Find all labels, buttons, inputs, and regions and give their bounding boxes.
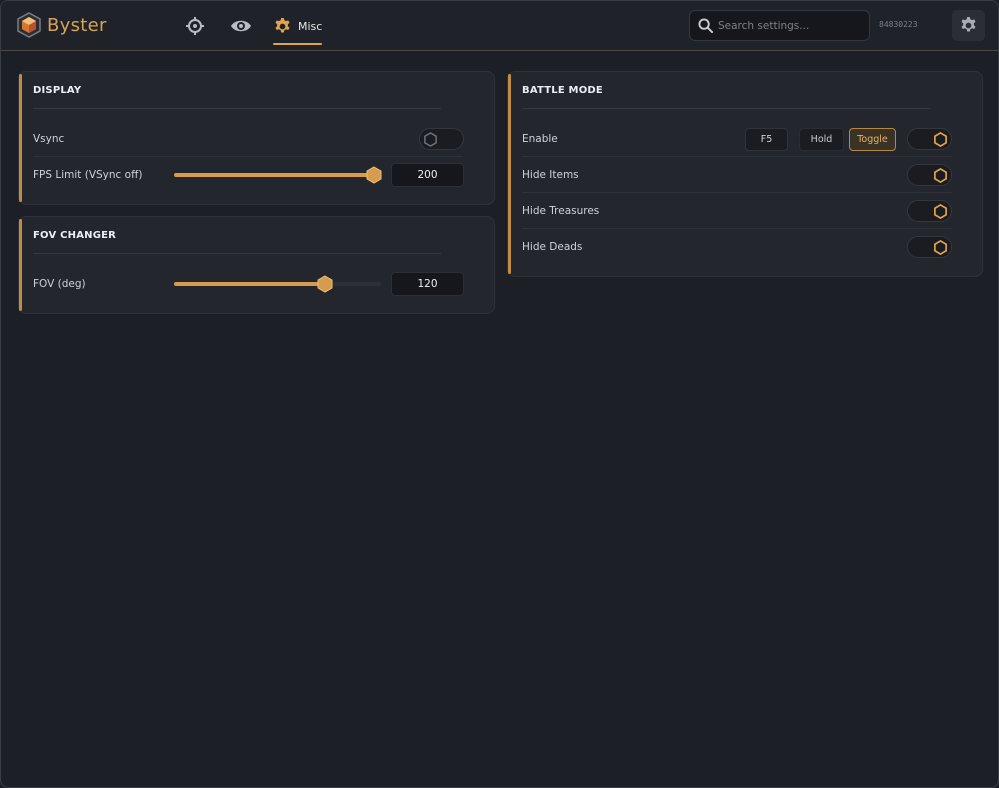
slider-fill [174, 173, 374, 177]
toggle-knob-icon [424, 132, 437, 147]
eye-icon [231, 20, 251, 32]
app-name: Byster [47, 14, 107, 36]
fov-value[interactable]: 120 [391, 272, 464, 296]
row-divider [522, 192, 952, 193]
hide-items-toggle[interactable] [907, 164, 952, 186]
crosshair-icon [186, 17, 204, 35]
app-window: Byster Misc Search settings... 84830223 … [0, 0, 999, 788]
slider-fill [174, 282, 325, 286]
toggle-mode-button[interactable]: Toggle [849, 128, 896, 151]
toggle-knob-icon [934, 168, 947, 183]
settings-button[interactable] [952, 10, 985, 41]
hide-treasures-label: Hide Treasures [522, 205, 600, 217]
fps-limit-value[interactable]: 200 [391, 163, 464, 187]
byster-logo-icon [17, 12, 41, 38]
hide-items-label: Hide Items [522, 169, 579, 181]
toggle-knob-icon [934, 132, 947, 147]
fov-title-divider [33, 253, 441, 254]
tab-misc-label: Misc [298, 19, 323, 33]
battle-mode-panel: BATTLE MODE Enable F5 Hold Toggle Hide I… [507, 71, 983, 277]
battle-enable-toggle[interactable] [907, 128, 952, 150]
toggle-knob-icon [934, 240, 947, 255]
slider-thumb-icon[interactable] [317, 275, 333, 293]
fov-changer-title: FOV CHANGER [33, 230, 117, 241]
search-input[interactable] [718, 19, 863, 32]
user-id: 84830223 [879, 20, 918, 29]
row-divider [522, 228, 952, 229]
tab-misc[interactable]: Misc [273, 13, 323, 45]
gear-icon [275, 17, 290, 32]
display-panel: DISPLAY Vsync FPS Limit (VSync off) 200 [18, 71, 495, 205]
display-title-divider [33, 108, 441, 109]
search-icon [698, 18, 713, 33]
hide-deads-toggle[interactable] [907, 236, 952, 258]
logo: Byster [17, 12, 107, 38]
row-divider [33, 156, 463, 157]
fov-slider[interactable] [174, 275, 381, 293]
display-title: DISPLAY [33, 85, 82, 96]
fov-changer-panel: FOV CHANGER FOV (deg) 120 [18, 216, 495, 314]
toggle-knob-icon [934, 204, 947, 219]
hide-deads-label: Hide Deads [522, 241, 583, 253]
fps-limit-slider[interactable] [174, 166, 382, 184]
battle-title-divider [522, 108, 930, 109]
tab-aimbot[interactable] [185, 13, 205, 39]
search-box[interactable] [689, 10, 870, 41]
fps-limit-label: FPS Limit (VSync off) [33, 169, 143, 181]
row-divider [522, 156, 952, 157]
vsync-toggle[interactable] [419, 128, 464, 150]
hold-mode-button[interactable]: Hold [799, 128, 844, 151]
battle-mode-title: BATTLE MODE [522, 85, 603, 96]
hide-treasures-toggle[interactable] [907, 200, 952, 222]
fov-label: FOV (deg) [33, 278, 86, 290]
battle-enable-label: Enable [522, 133, 558, 145]
keybind-button[interactable]: F5 [745, 128, 788, 151]
slider-thumb-icon[interactable] [366, 166, 382, 184]
tab-visuals[interactable] [230, 13, 252, 39]
vsync-label: Vsync [33, 133, 65, 145]
top-bar: Byster Misc Search settings... 84830223 [1, 1, 998, 51]
settings-gear-icon [961, 16, 976, 32]
